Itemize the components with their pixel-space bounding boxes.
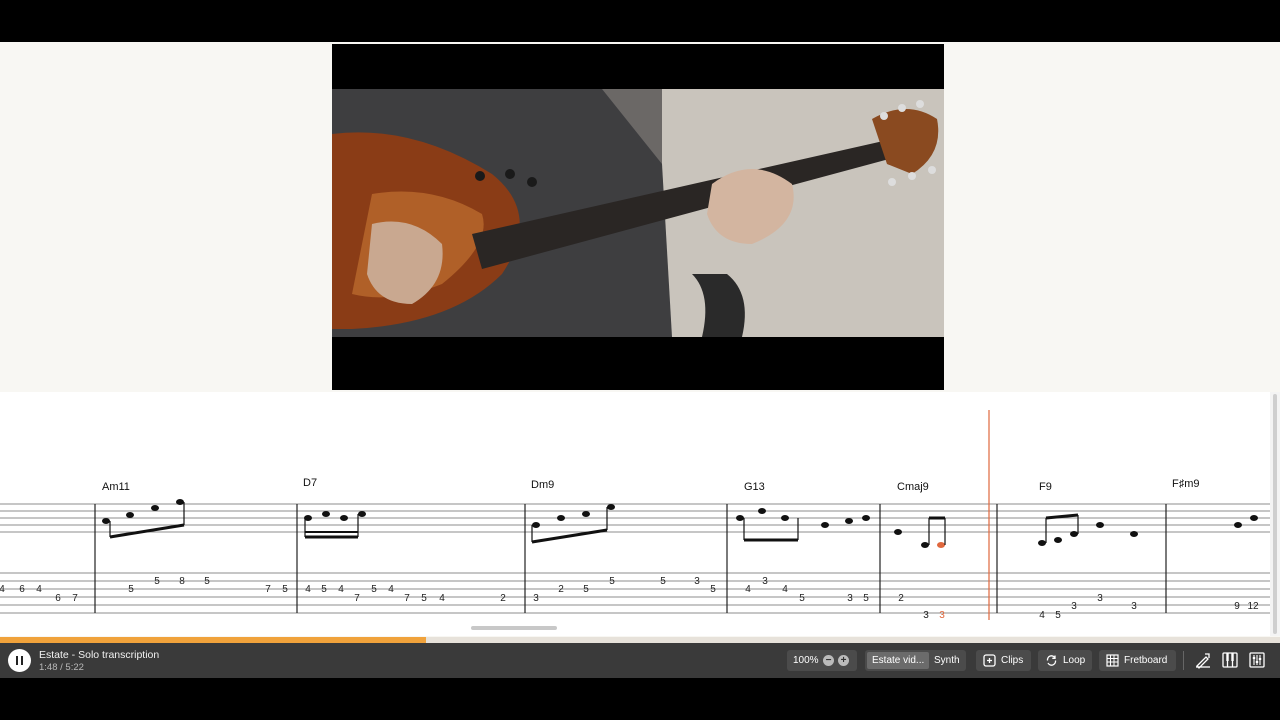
tab-number: 3: [923, 610, 929, 621]
tab-number: 5: [710, 584, 716, 595]
player-controls-bar: Estate - Solo transcription 1:48 / 5:22 …: [0, 643, 1280, 678]
tuner-icon[interactable]: [1194, 651, 1212, 669]
piano-icon[interactable]: [1221, 651, 1239, 669]
tab-number: 5: [321, 584, 327, 595]
tab-number: 4: [36, 584, 42, 595]
tab-number: 2: [898, 593, 904, 604]
tab-number: 2: [558, 584, 564, 595]
chord-label: F9: [1039, 481, 1052, 493]
tab-number: 5: [128, 584, 134, 595]
chord-label: F♯m9: [1172, 478, 1200, 490]
minus-icon[interactable]: −: [823, 655, 834, 666]
notation-tab-score[interactable]: Am11 D7 Dm9 G13 Cmaj9 F9 F♯m9 4 6 4 6 7 …: [0, 392, 1270, 636]
tab-number: 5: [863, 593, 869, 604]
source-video-button[interactable]: Estate vid...: [867, 652, 930, 669]
tab-number: 3: [533, 593, 539, 604]
tab-number: 5: [583, 584, 589, 595]
tab-number: 5: [1055, 610, 1061, 621]
chord-label: Dm9: [531, 479, 554, 491]
tab-number: 4: [0, 584, 5, 595]
pause-icon[interactable]: [8, 649, 31, 672]
tab-number: 4: [745, 584, 751, 595]
tab-number: 5: [204, 576, 210, 587]
tab-number: 4: [338, 584, 344, 595]
scrollbar-thumb[interactable]: [1273, 394, 1277, 634]
song-title: Estate - Solo transcription: [39, 649, 160, 661]
loop-label: Loop: [1063, 655, 1086, 666]
chord-label: Cmaj9: [897, 481, 929, 493]
tab-number: 3: [1131, 601, 1137, 612]
loop-icon: [1046, 655, 1057, 666]
tab-number: 3: [1097, 593, 1103, 604]
tab-number: 5: [660, 576, 666, 587]
tab-number: 3: [847, 593, 853, 604]
tab-number: 9: [1234, 601, 1240, 612]
clips-label: Clips: [1001, 655, 1024, 666]
tab-number: 4: [388, 584, 394, 595]
tab-number: 4: [1039, 610, 1045, 621]
tab-number: 5: [154, 576, 160, 587]
tab-number: 3: [1071, 601, 1077, 612]
tab-number: 12: [1247, 601, 1259, 612]
clips-icon: [983, 654, 996, 667]
tab-number: 5: [799, 593, 805, 604]
tab-number: 4: [305, 584, 311, 595]
chord-label: G13: [744, 481, 765, 493]
fretboard-button[interactable]: Fretboard: [1099, 650, 1176, 671]
fretboard-icon: [1106, 654, 1119, 667]
video-area: [0, 42, 1280, 392]
tab-number: 2: [500, 593, 506, 604]
plus-icon[interactable]: +: [838, 655, 849, 666]
tab-number: 5: [609, 576, 615, 587]
video-player[interactable]: [332, 44, 944, 390]
tab-number: 3: [762, 576, 768, 587]
tab-number: 4: [782, 584, 788, 595]
tab-number: 7: [265, 584, 271, 595]
fretboard-label: Fretboard: [1124, 655, 1168, 666]
tab-number: 6: [55, 593, 61, 604]
tab-number: 7: [72, 593, 78, 604]
loop-button[interactable]: Loop: [1038, 650, 1092, 671]
source-synth-button[interactable]: Synth: [934, 650, 960, 671]
tab-number: 6: [19, 584, 25, 595]
tab-number: 4: [439, 593, 445, 604]
tab-number: 5: [282, 584, 288, 595]
song-time: 1:48 / 5:22: [39, 662, 84, 673]
toolbar-divider: [1183, 651, 1184, 670]
zoom-level: 100%: [793, 655, 819, 666]
tab-number: 7: [404, 593, 410, 604]
tab-number: 3: [694, 576, 700, 587]
zoom-control: 100% − +: [787, 650, 857, 671]
tab-number: 5: [421, 593, 427, 604]
bottom-bar: [0, 678, 1280, 720]
tab-number-active: 3: [939, 610, 945, 621]
mixer-icon[interactable]: [1248, 651, 1266, 669]
chord-label: D7: [303, 477, 317, 489]
horizontal-scrollbar[interactable]: [471, 626, 557, 630]
tab-number: 5: [371, 584, 377, 595]
chord-label: Am11: [102, 481, 130, 493]
tab-number: 7: [354, 593, 360, 604]
audio-source-toggle: Estate vid... Synth: [865, 650, 966, 671]
top-bar: [0, 0, 1280, 42]
clips-button[interactable]: Clips: [976, 650, 1031, 671]
vertical-scrollbar[interactable]: [1270, 392, 1280, 636]
tab-number: 8: [179, 576, 185, 587]
